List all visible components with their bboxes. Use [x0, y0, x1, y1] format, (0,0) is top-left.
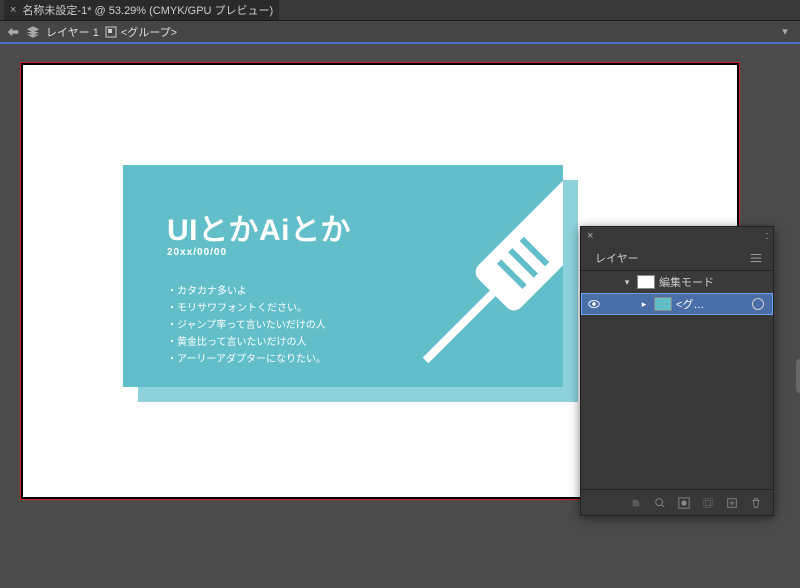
chevron-down-icon[interactable]: ▾ — [621, 277, 633, 288]
layer-row-group[interactable]: ▸ <グ… — [581, 293, 773, 315]
art-main-rect: UIとかAiとか 20xx/00/00 カタカナ多いよ モリサワフォントください… — [123, 165, 563, 387]
layers-icon[interactable] — [26, 25, 40, 39]
layer-row-editmode[interactable]: ▾ 編集モード — [581, 271, 773, 293]
panel-menu-icon[interactable] — [747, 249, 765, 267]
back-icon[interactable] — [6, 25, 20, 39]
mask-icon[interactable] — [677, 496, 691, 510]
chevron-down-icon[interactable]: ▾ — [776, 23, 794, 41]
layer-thumbnail — [637, 275, 655, 289]
layer-thumbnail — [654, 297, 672, 311]
chevron-right-icon[interactable]: ▸ — [638, 299, 650, 310]
layer-name: 編集モード — [659, 274, 769, 290]
scrollbar-thumb[interactable] — [796, 359, 800, 393]
panel-footer — [581, 489, 773, 515]
visibility-icon[interactable] — [586, 297, 602, 311]
trash-icon[interactable] — [749, 496, 763, 510]
panel-header: × :: — [581, 227, 773, 245]
panel-grip-icon[interactable]: :: — [765, 230, 767, 242]
art-date: 20xx/00/00 — [167, 247, 227, 258]
syringe-icon — [371, 165, 563, 387]
group-icon — [105, 26, 117, 38]
isolation-breadcrumb: レイヤー 1 <グループ> ▾ — [0, 20, 800, 44]
layer-list: ▾ 編集モード ▸ <グ… — [581, 271, 773, 489]
document-tab-title: 名称未設定-1* @ 53.29% (CMYK/GPU プレビュー) — [22, 2, 273, 18]
layers-panel: × :: レイヤー ▾ 編集モード ▸ <グ… — [580, 226, 774, 516]
document-tab[interactable]: × 名称未設定-1* @ 53.29% (CMYK/GPU プレビュー) — [4, 0, 279, 20]
enter-icon[interactable] — [701, 496, 715, 510]
locate-icon[interactable] — [653, 496, 667, 510]
panel-close-icon[interactable]: × — [587, 230, 593, 242]
target-icon[interactable] — [752, 298, 764, 310]
document-tab-bar: × 名称未設定-1* @ 53.29% (CMYK/GPU プレビュー) — [0, 0, 800, 20]
breadcrumb-selection[interactable]: <グループ> — [105, 24, 177, 40]
export-icon[interactable] — [629, 496, 643, 510]
canvas-area[interactable]: UIとかAiとか 20xx/00/00 カタカナ多いよ モリサワフォントください… — [0, 44, 800, 588]
breadcrumb-layer[interactable]: レイヤー 1 — [46, 24, 99, 40]
art-headline: UIとかAiとか — [167, 205, 351, 249]
art-bullets: カタカナ多いよ モリサワフォントください。 ジャンプ率って言いたいだけの人 黄金… — [167, 283, 326, 368]
tab-layers[interactable]: レイヤー — [589, 245, 645, 270]
close-icon[interactable]: × — [10, 4, 16, 16]
new-layer-icon[interactable] — [725, 496, 739, 510]
panel-tabs: レイヤー — [581, 245, 773, 271]
layer-name: <グ… — [676, 296, 744, 312]
